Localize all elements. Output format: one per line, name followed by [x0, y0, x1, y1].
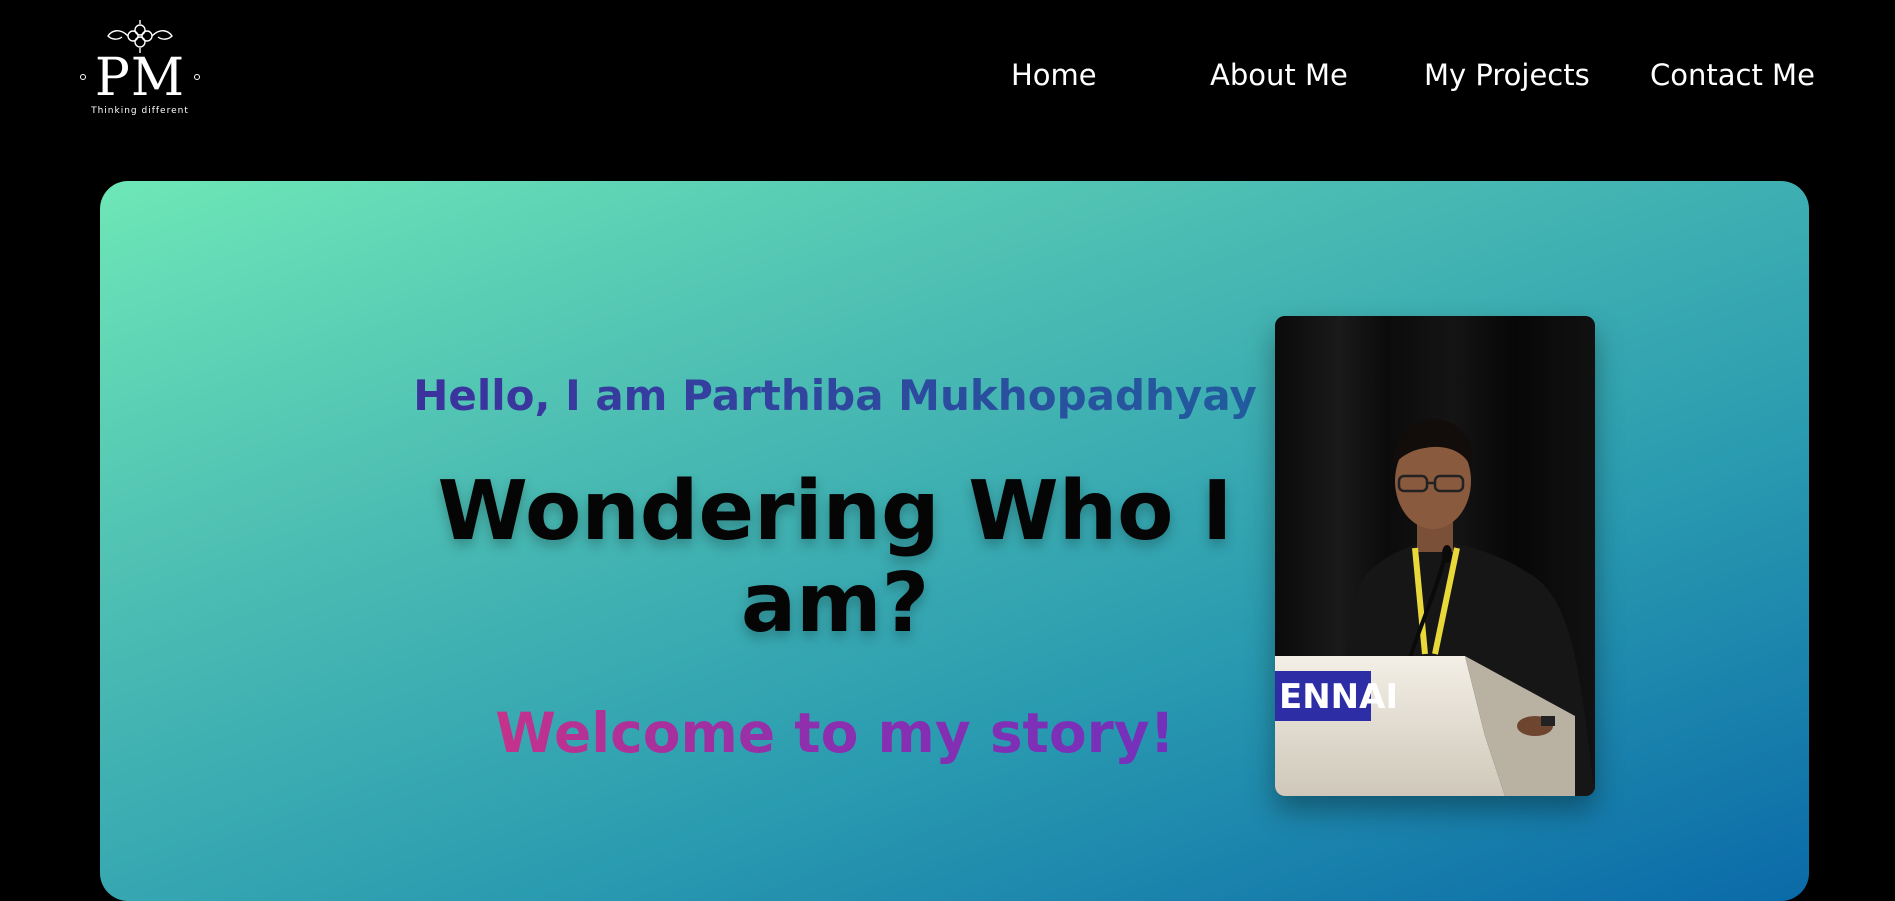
- site-header: PM Thinking different Home About Me My P…: [0, 0, 1895, 165]
- hero-section: Hello, I am Parthiba Mukhopadhyay Wonder…: [100, 181, 1809, 901]
- nav-my-projects[interactable]: My Projects: [1424, 58, 1590, 92]
- hero-greeting: Hello, I am Parthiba Mukhopadhyay: [340, 371, 1330, 420]
- main-nav: Home About Me My Projects Contact Me: [0, 58, 1895, 98]
- podium-sign-text: ENNAI: [1279, 677, 1398, 717]
- nav-contact-me[interactable]: Contact Me: [1650, 58, 1815, 92]
- speaker-at-podium-image: ENNAI: [1275, 316, 1595, 796]
- hero-tagline: Welcome to my story!: [340, 701, 1330, 765]
- nav-home[interactable]: Home: [1011, 58, 1097, 92]
- profile-photo: ENNAI: [1275, 316, 1595, 796]
- nav-about-me[interactable]: About Me: [1210, 58, 1348, 92]
- hero-headline: Wondering Who I am?: [437, 464, 1233, 651]
